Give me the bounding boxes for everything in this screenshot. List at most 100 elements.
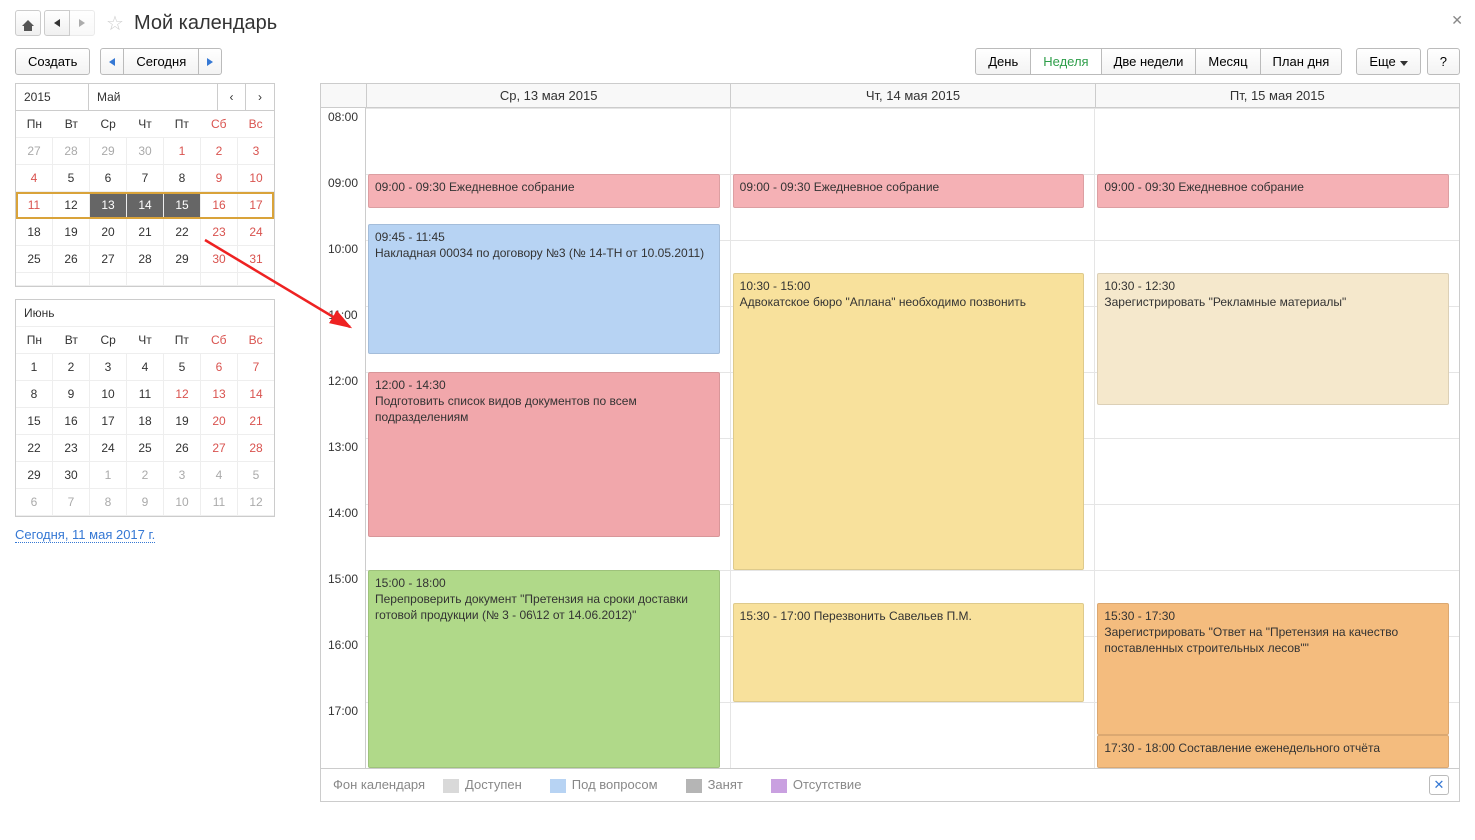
mini-cal-day[interactable]: 23 <box>201 219 238 245</box>
today-link[interactable]: Сегодня, 11 мая 2017 г. <box>15 527 155 543</box>
mini-cal-day[interactable]: 3 <box>238 138 274 164</box>
mini-cal-day[interactable]: 11 <box>127 381 164 407</box>
mini-cal-day[interactable]: 6 <box>201 354 238 380</box>
mini-cal-day[interactable]: 7 <box>127 165 164 191</box>
mini-cal-day[interactable]: 21 <box>127 219 164 245</box>
mini-cal-day[interactable] <box>16 273 53 285</box>
mini-cal-day[interactable]: 3 <box>164 462 201 488</box>
mini-cal-day[interactable]: 13 <box>201 381 238 407</box>
mini-cal-day[interactable]: 19 <box>164 408 201 434</box>
mini-cal-day[interactable]: 19 <box>53 219 90 245</box>
mini-cal-day[interactable]: 26 <box>164 435 201 461</box>
mini-cal-day[interactable]: 13 <box>90 192 127 218</box>
mini-cal-day[interactable]: 10 <box>164 489 201 515</box>
mini-cal-day[interactable]: 15 <box>16 408 53 434</box>
mini-cal-day[interactable]: 28 <box>127 246 164 272</box>
mini-cal-day[interactable]: 5 <box>238 462 274 488</box>
mini-cal-day[interactable]: 30 <box>53 462 90 488</box>
day-column[interactable]: 09:00 - 09:30 Ежедневное собрание 10:30 -… <box>730 108 1095 768</box>
mini-cal-day[interactable]: 6 <box>16 489 53 515</box>
view-week-button[interactable]: Неделя <box>1030 48 1101 75</box>
mini-cal-day[interactable]: 21 <box>238 408 274 434</box>
mini-cal-day[interactable]: 18 <box>16 219 53 245</box>
mini-cal-day[interactable]: 4 <box>201 462 238 488</box>
mini-cal-day[interactable]: 1 <box>90 462 127 488</box>
help-button[interactable]: ? <box>1427 48 1460 75</box>
view-dayplan-button[interactable]: План дня <box>1260 48 1343 75</box>
prev-period-button[interactable] <box>100 48 124 75</box>
mini-cal-day[interactable]: 15 <box>164 192 201 218</box>
mini-cal-day[interactable]: 2 <box>53 354 90 380</box>
mini-cal-day[interactable]: 18 <box>127 408 164 434</box>
favorite-star-icon[interactable]: ☆ <box>106 11 124 36</box>
day-column[interactable]: 09:00 - 09:30 Ежедневное собрание09:45 -… <box>366 108 730 768</box>
today-button[interactable]: Сегодня <box>123 48 199 75</box>
mini-cal-day[interactable]: 1 <box>16 354 53 380</box>
mini-cal-day[interactable] <box>201 273 238 285</box>
mini-cal-day[interactable]: 5 <box>53 165 90 191</box>
mini-cal-day[interactable]: 25 <box>16 246 53 272</box>
mini-cal-day[interactable]: 9 <box>201 165 238 191</box>
mini-cal-day[interactable]: 12 <box>164 381 201 407</box>
mini-cal-day[interactable]: 16 <box>201 192 238 218</box>
more-button[interactable]: Еще <box>1356 48 1420 75</box>
mini-cal-day[interactable]: 2 <box>201 138 238 164</box>
mini-cal-day[interactable]: 8 <box>164 165 201 191</box>
mini-cal-day[interactable] <box>127 273 164 285</box>
mini-cal-day[interactable]: 25 <box>127 435 164 461</box>
mini-cal-day[interactable]: 11 <box>16 192 53 218</box>
mini-cal-day[interactable]: 11 <box>201 489 238 515</box>
calendar-event[interactable]: 09:00 - 09:30 Ежедневное собрание <box>1097 174 1449 208</box>
calendar-event[interactable]: 17:30 - 18:00 Составление еженедельного … <box>1097 735 1449 768</box>
mini-cal-day[interactable]: 31 <box>238 246 274 272</box>
calendar-event[interactable]: 12:00 - 14:30Подготовить список видов до… <box>368 372 720 537</box>
mini-cal-day[interactable]: 7 <box>53 489 90 515</box>
mini-cal-day[interactable]: 29 <box>164 246 201 272</box>
calendar-event[interactable]: 10:30 - 15:00Адвокатское бюро "Аплана" н… <box>733 273 1085 570</box>
month-select[interactable]: Май <box>89 84 218 110</box>
nav-back-button[interactable] <box>44 10 70 36</box>
mini-cal-day[interactable]: 30 <box>127 138 164 164</box>
mini-cal-day[interactable]: 24 <box>238 219 274 245</box>
mini-cal-day[interactable] <box>53 273 90 285</box>
view-day-button[interactable]: День <box>975 48 1031 75</box>
mini-cal-day[interactable]: 27 <box>201 435 238 461</box>
mini-cal-day[interactable]: 6 <box>90 165 127 191</box>
calendar-event[interactable]: 10:30 - 12:30Зарегистрировать "Рекламные… <box>1097 273 1449 405</box>
mini-cal-day[interactable]: 12 <box>238 489 274 515</box>
mini-cal-day[interactable]: 27 <box>16 138 53 164</box>
calendar-event[interactable]: 09:00 - 09:30 Ежедневное собрание <box>733 174 1085 208</box>
mini-cal-prev[interactable]: ‹ <box>218 84 246 110</box>
mini-cal-day[interactable] <box>238 273 274 285</box>
mini-cal-day[interactable]: 9 <box>127 489 164 515</box>
create-button[interactable]: Создать <box>15 48 90 75</box>
day-column[interactable]: 09:00 - 09:30 Ежедневное собрание 10:30 -… <box>1094 108 1459 768</box>
close-icon[interactable]: ✕ <box>1451 12 1463 29</box>
mini-cal-day[interactable]: 29 <box>16 462 53 488</box>
mini-cal-day[interactable]: 14 <box>127 192 164 218</box>
mini-cal-day[interactable]: 8 <box>90 489 127 515</box>
mini-cal-day[interactable]: 27 <box>90 246 127 272</box>
mini-cal-day[interactable]: 8 <box>16 381 53 407</box>
mini-cal-day[interactable]: 9 <box>53 381 90 407</box>
mini-cal-day[interactable]: 20 <box>90 219 127 245</box>
year-select[interactable]: 2015 <box>16 84 89 110</box>
mini-cal-day[interactable]: 2 <box>127 462 164 488</box>
calendar-event[interactable]: 09:00 - 09:30 Ежедневное собрание <box>368 174 720 208</box>
home-button[interactable] <box>15 10 41 36</box>
mini-cal-day[interactable]: 28 <box>238 435 274 461</box>
mini-cal-day[interactable]: 4 <box>127 354 164 380</box>
mini-cal-day[interactable]: 24 <box>90 435 127 461</box>
mini-cal-day[interactable]: 16 <box>53 408 90 434</box>
calendar-event[interactable]: 15:00 - 18:00Перепроверить документ "Пре… <box>368 570 720 768</box>
mini-cal-day[interactable]: 4 <box>16 165 53 191</box>
calendar-event[interactable]: 15:30 - 17:30Зарегистрировать "Ответ на … <box>1097 603 1449 735</box>
mini-cal-day[interactable]: 23 <box>53 435 90 461</box>
view-twoweeks-button[interactable]: Две недели <box>1101 48 1197 75</box>
mini-cal-day[interactable]: 26 <box>53 246 90 272</box>
mini-cal-day[interactable]: 3 <box>90 354 127 380</box>
mini-cal-day[interactable]: 28 <box>53 138 90 164</box>
mini-cal-day[interactable]: 12 <box>53 192 90 218</box>
mini-cal-day[interactable]: 1 <box>164 138 201 164</box>
mini-cal-day[interactable]: 22 <box>16 435 53 461</box>
